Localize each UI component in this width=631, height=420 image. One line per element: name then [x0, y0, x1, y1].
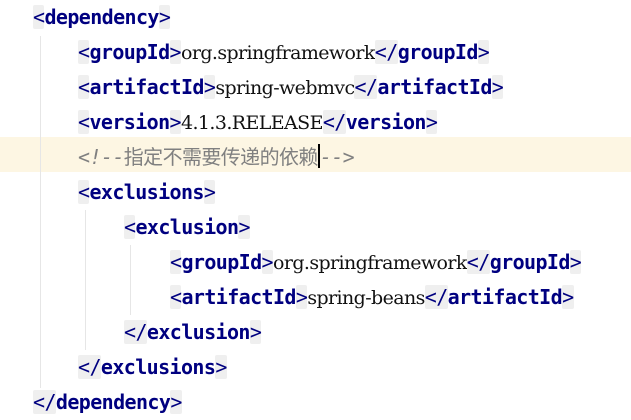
- indent-guide: [40, 36, 41, 388]
- tag-end-open-bracket: </: [374, 40, 398, 64]
- code-line-dependency-close[interactable]: </dependency>: [33, 385, 182, 420]
- tag-close-bracket: >: [295, 285, 308, 309]
- tag-end-open-bracket: </: [424, 285, 448, 309]
- tag-name: exclusion: [146, 320, 251, 344]
- tag-close-bracket: >: [203, 75, 216, 99]
- element-value: spring-webmvc: [215, 77, 355, 99]
- code-line-exclusion-open[interactable]: <exclusion>: [124, 210, 251, 245]
- tag-name: dependency: [44, 5, 159, 29]
- code-line-exclusions-close[interactable]: </exclusions>: [78, 350, 227, 385]
- tag-name: groupId: [489, 250, 571, 274]
- element-value: org.springframework: [181, 42, 375, 64]
- tag-open-bracket: <: [170, 285, 182, 309]
- element-value: spring-beans: [307, 287, 425, 309]
- tag-end-open-bracket: </: [354, 75, 378, 99]
- tag-name: groupId: [181, 250, 262, 274]
- code-line-groupid[interactable]: <groupId>org.springframework</groupId>: [78, 35, 490, 70]
- element-value: org.springframework: [273, 252, 467, 274]
- code-line-exclusion-close[interactable]: </exclusion>: [124, 315, 262, 350]
- tag-name: artifactId: [377, 75, 492, 99]
- tag-name: version: [345, 110, 427, 134]
- tag-close-bracket: >: [158, 5, 171, 29]
- tag-name: artifactId: [447, 285, 563, 309]
- tag-close-bracket: >: [170, 390, 182, 414]
- tag-open-bracket: <: [124, 215, 136, 239]
- code-line-exclusion-artifactid[interactable]: <artifactId>spring-beans</artifactId>: [170, 280, 574, 315]
- tag-name: exclusion: [135, 215, 239, 239]
- tag-open-bracket: <: [78, 40, 90, 64]
- code-line-dependency-open[interactable]: <dependency>: [33, 0, 171, 35]
- tag-open-bracket: <: [78, 110, 90, 134]
- tag-close-bracket: >: [169, 40, 182, 64]
- tag-end-open-bracket: </: [322, 110, 346, 134]
- tag-close-bracket: >: [249, 320, 262, 344]
- tag-name: exclusions: [89, 180, 204, 204]
- comment-open: <!--: [78, 145, 124, 169]
- tag-open-bracket: <: [78, 75, 90, 99]
- tag-close-bracket: >: [238, 215, 251, 239]
- tag-end-open-bracket: </: [466, 250, 490, 274]
- code-line-comment[interactable]: <!--指定不需要传递的依赖 -->: [78, 140, 355, 175]
- tag-end-open-bracket: </: [124, 320, 147, 344]
- tag-name: exclusions: [100, 355, 216, 379]
- indent-guide: [130, 245, 131, 315]
- tag-close-bracket: >: [169, 110, 182, 134]
- tag-close-bracket: >: [477, 40, 490, 64]
- tag-name: groupId: [397, 40, 479, 64]
- tag-close-bracket: >: [203, 180, 216, 204]
- tag-end-open-bracket: </: [78, 355, 101, 379]
- tag-name: groupId: [89, 40, 170, 64]
- code-line-exclusion-groupid[interactable]: <groupId>org.springframework</groupId>: [170, 245, 582, 280]
- tag-name: artifactId: [89, 75, 204, 99]
- code-editor[interactable]: <dependency> <groupId>org.springframewor…: [0, 0, 631, 419]
- tag-close-bracket: >: [261, 250, 274, 274]
- tag-name: artifactId: [181, 285, 296, 309]
- indent-guide: [85, 210, 86, 350]
- tag-end-open-bracket: </: [33, 390, 56, 414]
- code-line-exclusions-open[interactable]: <exclusions>: [78, 175, 216, 210]
- tag-close-bracket: >: [425, 110, 438, 134]
- comment-close: -->: [319, 145, 355, 169]
- tag-open-bracket: <: [78, 180, 90, 204]
- code-line-artifactid[interactable]: <artifactId>spring-webmvc</artifactId>: [78, 70, 504, 105]
- element-value: 4.1.3.RELEASE: [181, 112, 323, 134]
- tag-open-bracket: <: [33, 5, 45, 29]
- comment-text: 指定不需要传递的依赖: [123, 145, 319, 169]
- tag-open-bracket: <: [170, 250, 182, 274]
- tag-close-bracket: >: [562, 285, 574, 309]
- tag-name: version: [89, 110, 170, 134]
- tag-name: dependency: [55, 390, 171, 414]
- tag-close-bracket: >: [569, 250, 582, 274]
- code-line-version[interactable]: <version>4.1.3.RELEASE</version>: [78, 105, 438, 140]
- tag-close-bracket: >: [215, 355, 227, 379]
- tag-close-bracket: >: [491, 75, 504, 99]
